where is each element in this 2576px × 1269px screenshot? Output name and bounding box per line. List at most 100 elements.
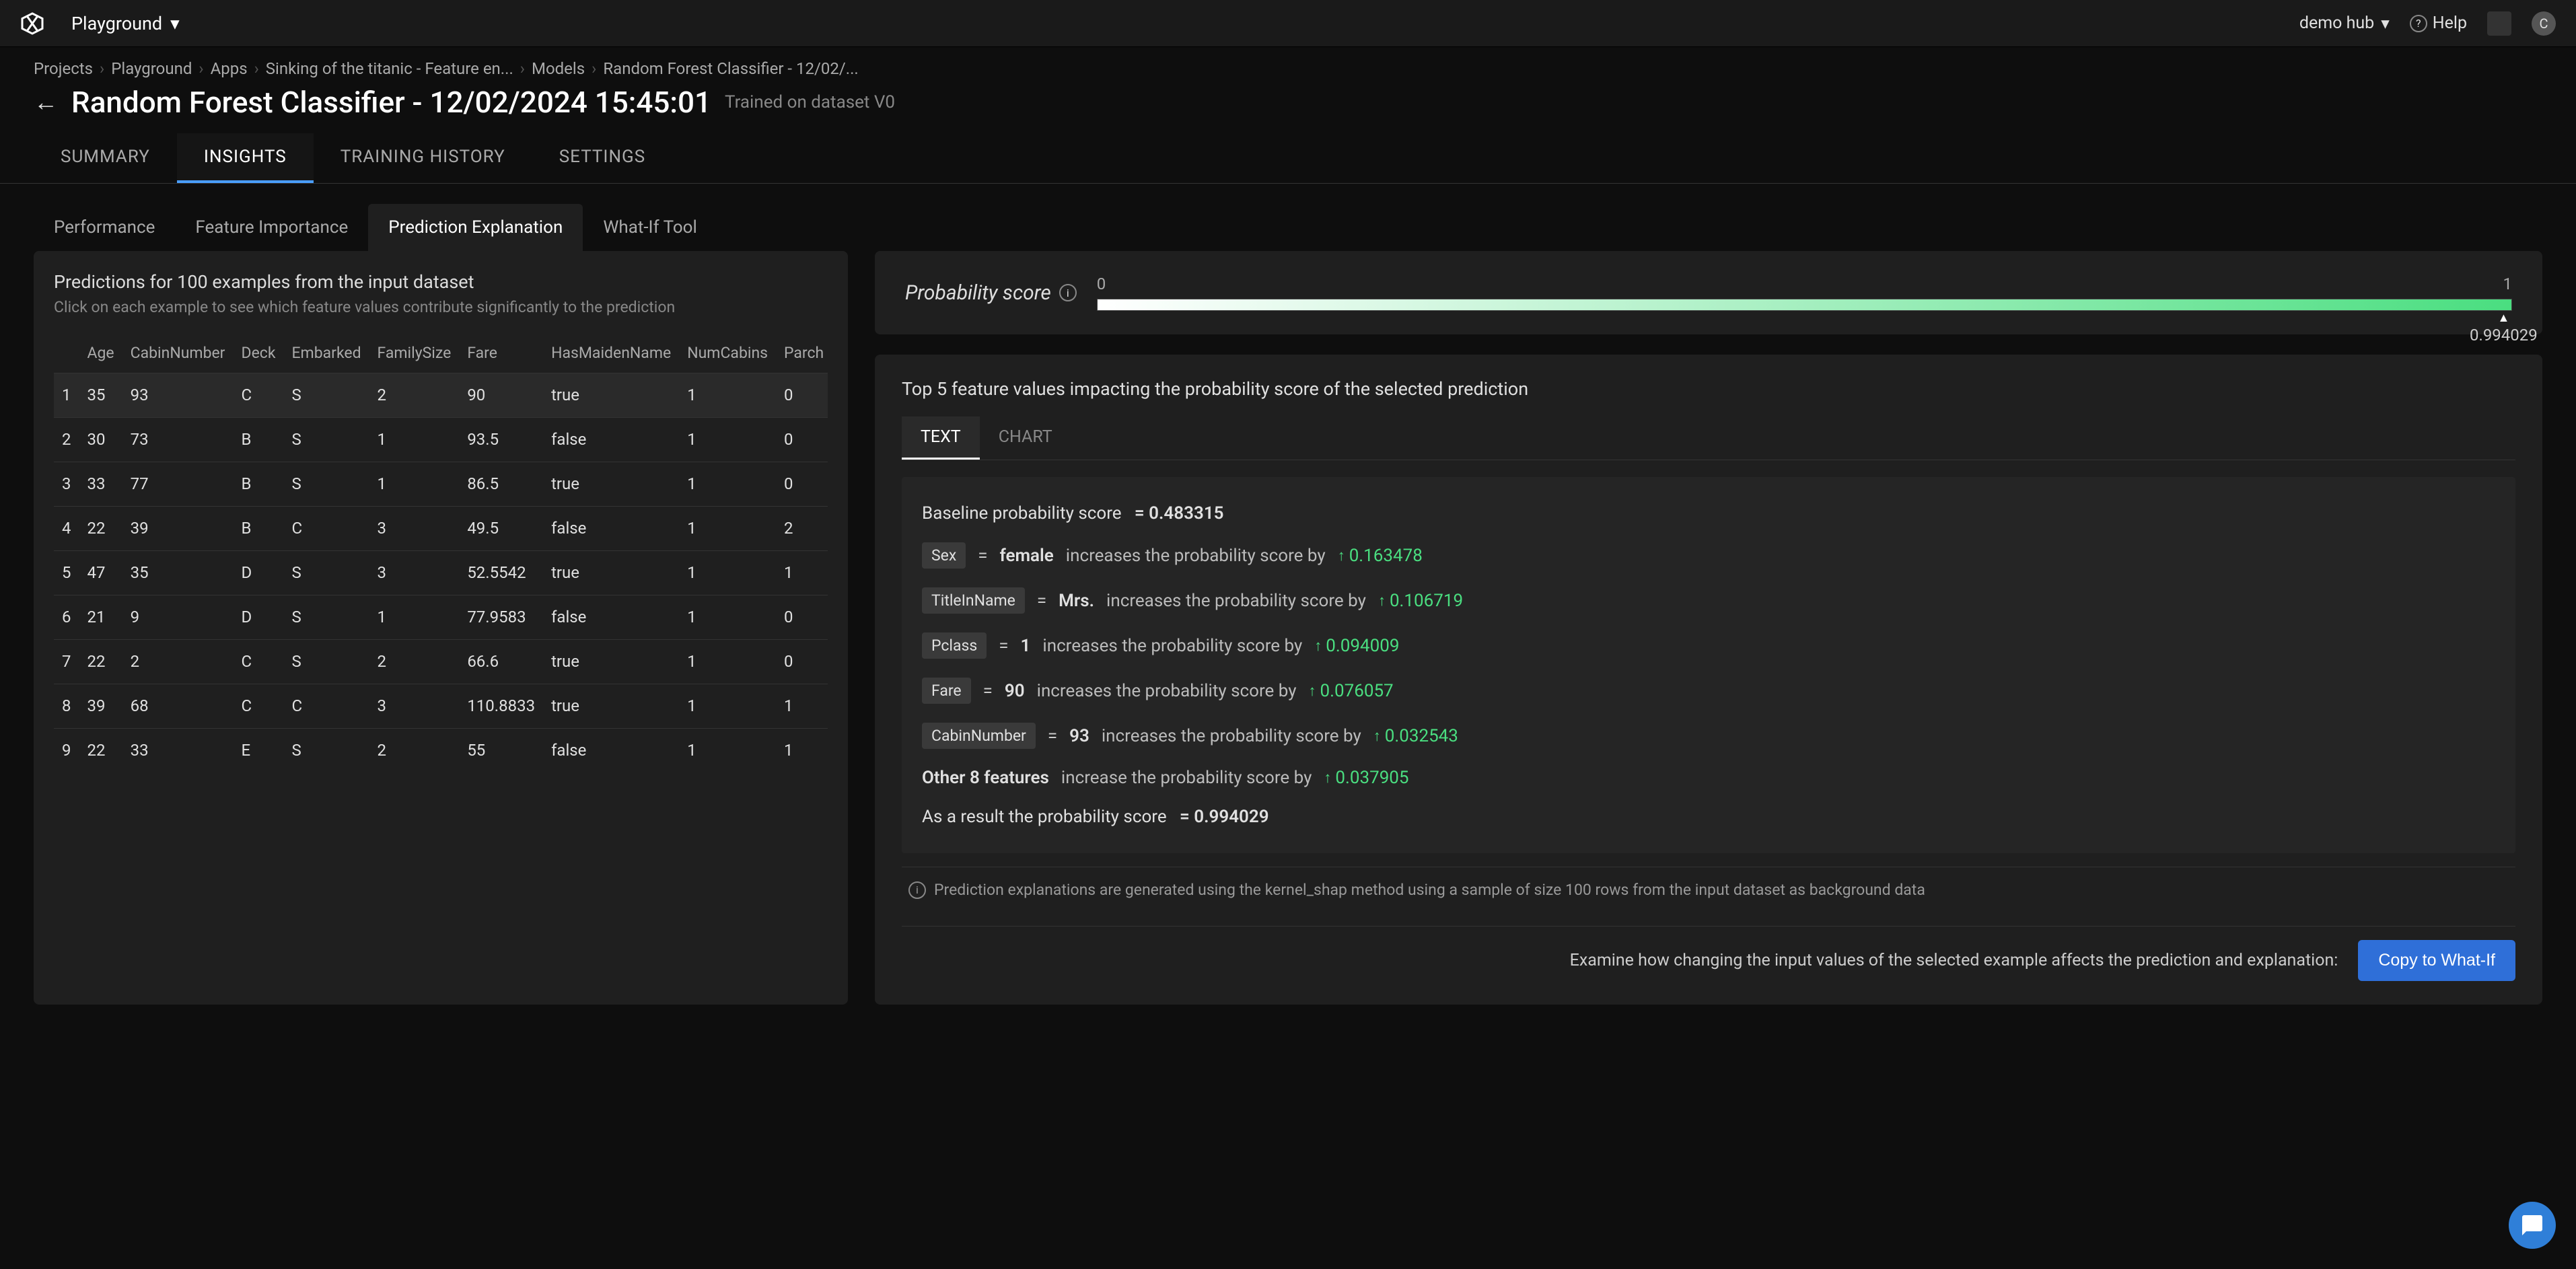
- feature-value: 93: [1069, 726, 1089, 746]
- feature-value: 1: [1021, 636, 1031, 656]
- chevron-right-icon: ›: [199, 59, 203, 78]
- tab-settings[interactable]: SETTINGS: [532, 133, 672, 183]
- breadcrumb-item[interactable]: Models: [532, 59, 585, 78]
- delta-value: 0.163478: [1338, 546, 1423, 566]
- tab-chart[interactable]: CHART: [980, 416, 1071, 460]
- apps-icon[interactable]: [2487, 11, 2511, 36]
- score-label: Probability score i: [905, 281, 1077, 305]
- predictions-subtitle: Click on each example to see which featu…: [54, 298, 828, 316]
- hub-selector[interactable]: demo hub ▾: [2299, 13, 2390, 34]
- score-card: Probability score i 0 1 0.994029: [875, 251, 2542, 334]
- col-header[interactable]: Embarked: [283, 333, 369, 373]
- feature-chip: TitleInName: [922, 587, 1025, 614]
- logo-icon[interactable]: [20, 11, 44, 36]
- explain-body: Baseline probability score = 0.483315 Se…: [902, 477, 2515, 853]
- feature-chip: Fare: [922, 678, 971, 704]
- copy-to-whatif-button[interactable]: Copy to What-If: [2358, 940, 2515, 981]
- col-header[interactable]: FamilySize: [369, 333, 460, 373]
- help-link[interactable]: ? Help: [2410, 13, 2467, 33]
- chevron-right-icon: ›: [592, 59, 596, 78]
- table-row[interactable]: 83968CC3110.8833true1110.9764→1: [54, 684, 828, 728]
- axis-min: 0: [1097, 275, 1106, 293]
- subtab-performance[interactable]: Performance: [34, 204, 175, 251]
- breadcrumb: Projects › Playground › Apps › Sinking of the …: [0, 47, 2576, 78]
- feature-row: Sex=femaleincreases the probability scor…: [922, 533, 2495, 578]
- main-tabs: SUMMARYINSIGHTSTRAINING HISTORYSETTINGS: [0, 133, 2576, 184]
- tab-summary[interactable]: SUMMARY: [34, 133, 177, 183]
- subtab-prediction-explanation[interactable]: Prediction Explanation: [368, 204, 583, 251]
- delta-value: 0.094009: [1314, 636, 1399, 656]
- examine-text: Examine how changing the input values of…: [1570, 951, 2338, 970]
- other-features-row: Other 8 features increase the probabilit…: [922, 758, 2495, 797]
- chevron-down-icon: ▾: [170, 13, 180, 34]
- page-title: Random Forest Classifier - 12/02/2024 15…: [71, 85, 711, 120]
- table-row[interactable]: 13593CS290true1010.994→1: [54, 373, 828, 417]
- axis-max: 1: [2503, 275, 2513, 293]
- table-row[interactable]: 33377BS186.5true1010.9893→1: [54, 462, 828, 506]
- baseline-row: Baseline probability score = 0.483315: [922, 494, 2495, 533]
- help-icon: ?: [2410, 15, 2427, 32]
- top-bar: Playground ▾ demo hub ▾ ? Help C: [0, 0, 2576, 47]
- col-header[interactable]: Age: [79, 333, 122, 373]
- col-header[interactable]: Deck: [233, 333, 283, 373]
- chevron-right-icon: ›: [520, 59, 525, 78]
- nav-playground[interactable]: Playground ▾: [71, 13, 180, 34]
- subtab-what-if-tool[interactable]: What-If Tool: [583, 204, 717, 251]
- delta-value: 0.037905: [1324, 768, 1408, 788]
- feature-row: TitleInName=Mrs.increases the probabilit…: [922, 578, 2495, 623]
- tab-training-history[interactable]: TRAINING HISTORY: [314, 133, 532, 183]
- page-subtitle: Trained on dataset V0: [725, 92, 895, 112]
- breadcrumb-item[interactable]: Random Forest Classifier - 12/02/...: [603, 59, 858, 78]
- info-icon[interactable]: i: [1059, 284, 1077, 301]
- feature-row: Pclass=1increases the probability score …: [922, 623, 2495, 668]
- col-header[interactable]: [54, 333, 79, 373]
- predictions-table-wrap[interactable]: AgeCabinNumberDeckEmbarkedFamilySizeFare…: [54, 333, 828, 772]
- tab-insights[interactable]: INSIGHTS: [177, 133, 314, 183]
- table-row[interactable]: 7222CS266.6true1010.9774→1: [54, 639, 828, 684]
- info-icon: i: [908, 881, 926, 899]
- col-header[interactable]: Parch: [776, 333, 828, 373]
- chevron-down-icon: ▾: [2381, 13, 2390, 34]
- col-header[interactable]: Fare: [459, 333, 543, 373]
- footnote: i Prediction explanations are generated …: [902, 867, 2515, 912]
- breadcrumb-item[interactable]: Sinking of the titanic - Feature en...: [266, 59, 513, 78]
- chevron-right-icon: ›: [254, 59, 259, 78]
- score-marker-icon: [2497, 311, 2509, 325]
- back-arrow-icon[interactable]: ←: [34, 88, 58, 116]
- breadcrumb-item[interactable]: Apps: [211, 59, 248, 78]
- hub-label: demo hub: [2299, 13, 2374, 33]
- nav-label: Playground: [71, 13, 162, 34]
- feature-value: female: [1000, 546, 1054, 566]
- explain-title: Top 5 feature values impacting the proba…: [902, 378, 2515, 400]
- result-row: As a result the probability score = 0.99…: [922, 797, 2495, 836]
- table-row[interactable]: 54735DS352.5542true1110.9851→1: [54, 550, 828, 595]
- avatar[interactable]: C: [2532, 11, 2556, 36]
- tab-text[interactable]: TEXT: [902, 416, 980, 460]
- score-bar: [1097, 299, 2512, 311]
- help-label: Help: [2433, 13, 2467, 33]
- table-row[interactable]: 92233ES255false1110.9729→1: [54, 728, 828, 772]
- feature-row: CabinNumber=93increases the probability …: [922, 713, 2495, 758]
- predictions-table: AgeCabinNumberDeckEmbarkedFamilySizeFare…: [54, 333, 828, 772]
- col-header[interactable]: HasMaidenName: [543, 333, 679, 373]
- chevron-right-icon: ›: [100, 59, 104, 78]
- table-row[interactable]: 6219DS177.9583false1010.9801→1: [54, 595, 828, 639]
- feature-value: Mrs.: [1059, 591, 1094, 611]
- predictions-panel: Predictions for 100 examples from the in…: [34, 251, 848, 1005]
- breadcrumb-item[interactable]: Playground: [111, 59, 192, 78]
- col-header[interactable]: NumCabins: [679, 333, 776, 373]
- feature-row: Fare=90increases the probability score b…: [922, 668, 2495, 713]
- predictions-title: Predictions for 100 examples from the in…: [54, 271, 828, 293]
- score-axis: 0 1 0.994029: [1097, 275, 2512, 311]
- subtab-feature-importance[interactable]: Feature Importance: [175, 204, 368, 251]
- chat-fab[interactable]: [2509, 1202, 2556, 1249]
- table-row[interactable]: 42239BC349.5false1210.9852→1: [54, 506, 828, 550]
- text-chart-tabs: TEXTCHART: [902, 416, 2515, 460]
- col-header[interactable]: CabinNumber: [122, 333, 234, 373]
- delta-value: 0.106719: [1378, 591, 1463, 611]
- feature-chip: Sex: [922, 542, 966, 569]
- breadcrumb-item[interactable]: Projects: [34, 59, 93, 78]
- table-row[interactable]: 23073BS193.5false1010.9919→1: [54, 417, 828, 462]
- feature-chip: Pclass: [922, 632, 987, 659]
- sub-tabs: PerformanceFeature ImportancePrediction …: [0, 184, 2576, 251]
